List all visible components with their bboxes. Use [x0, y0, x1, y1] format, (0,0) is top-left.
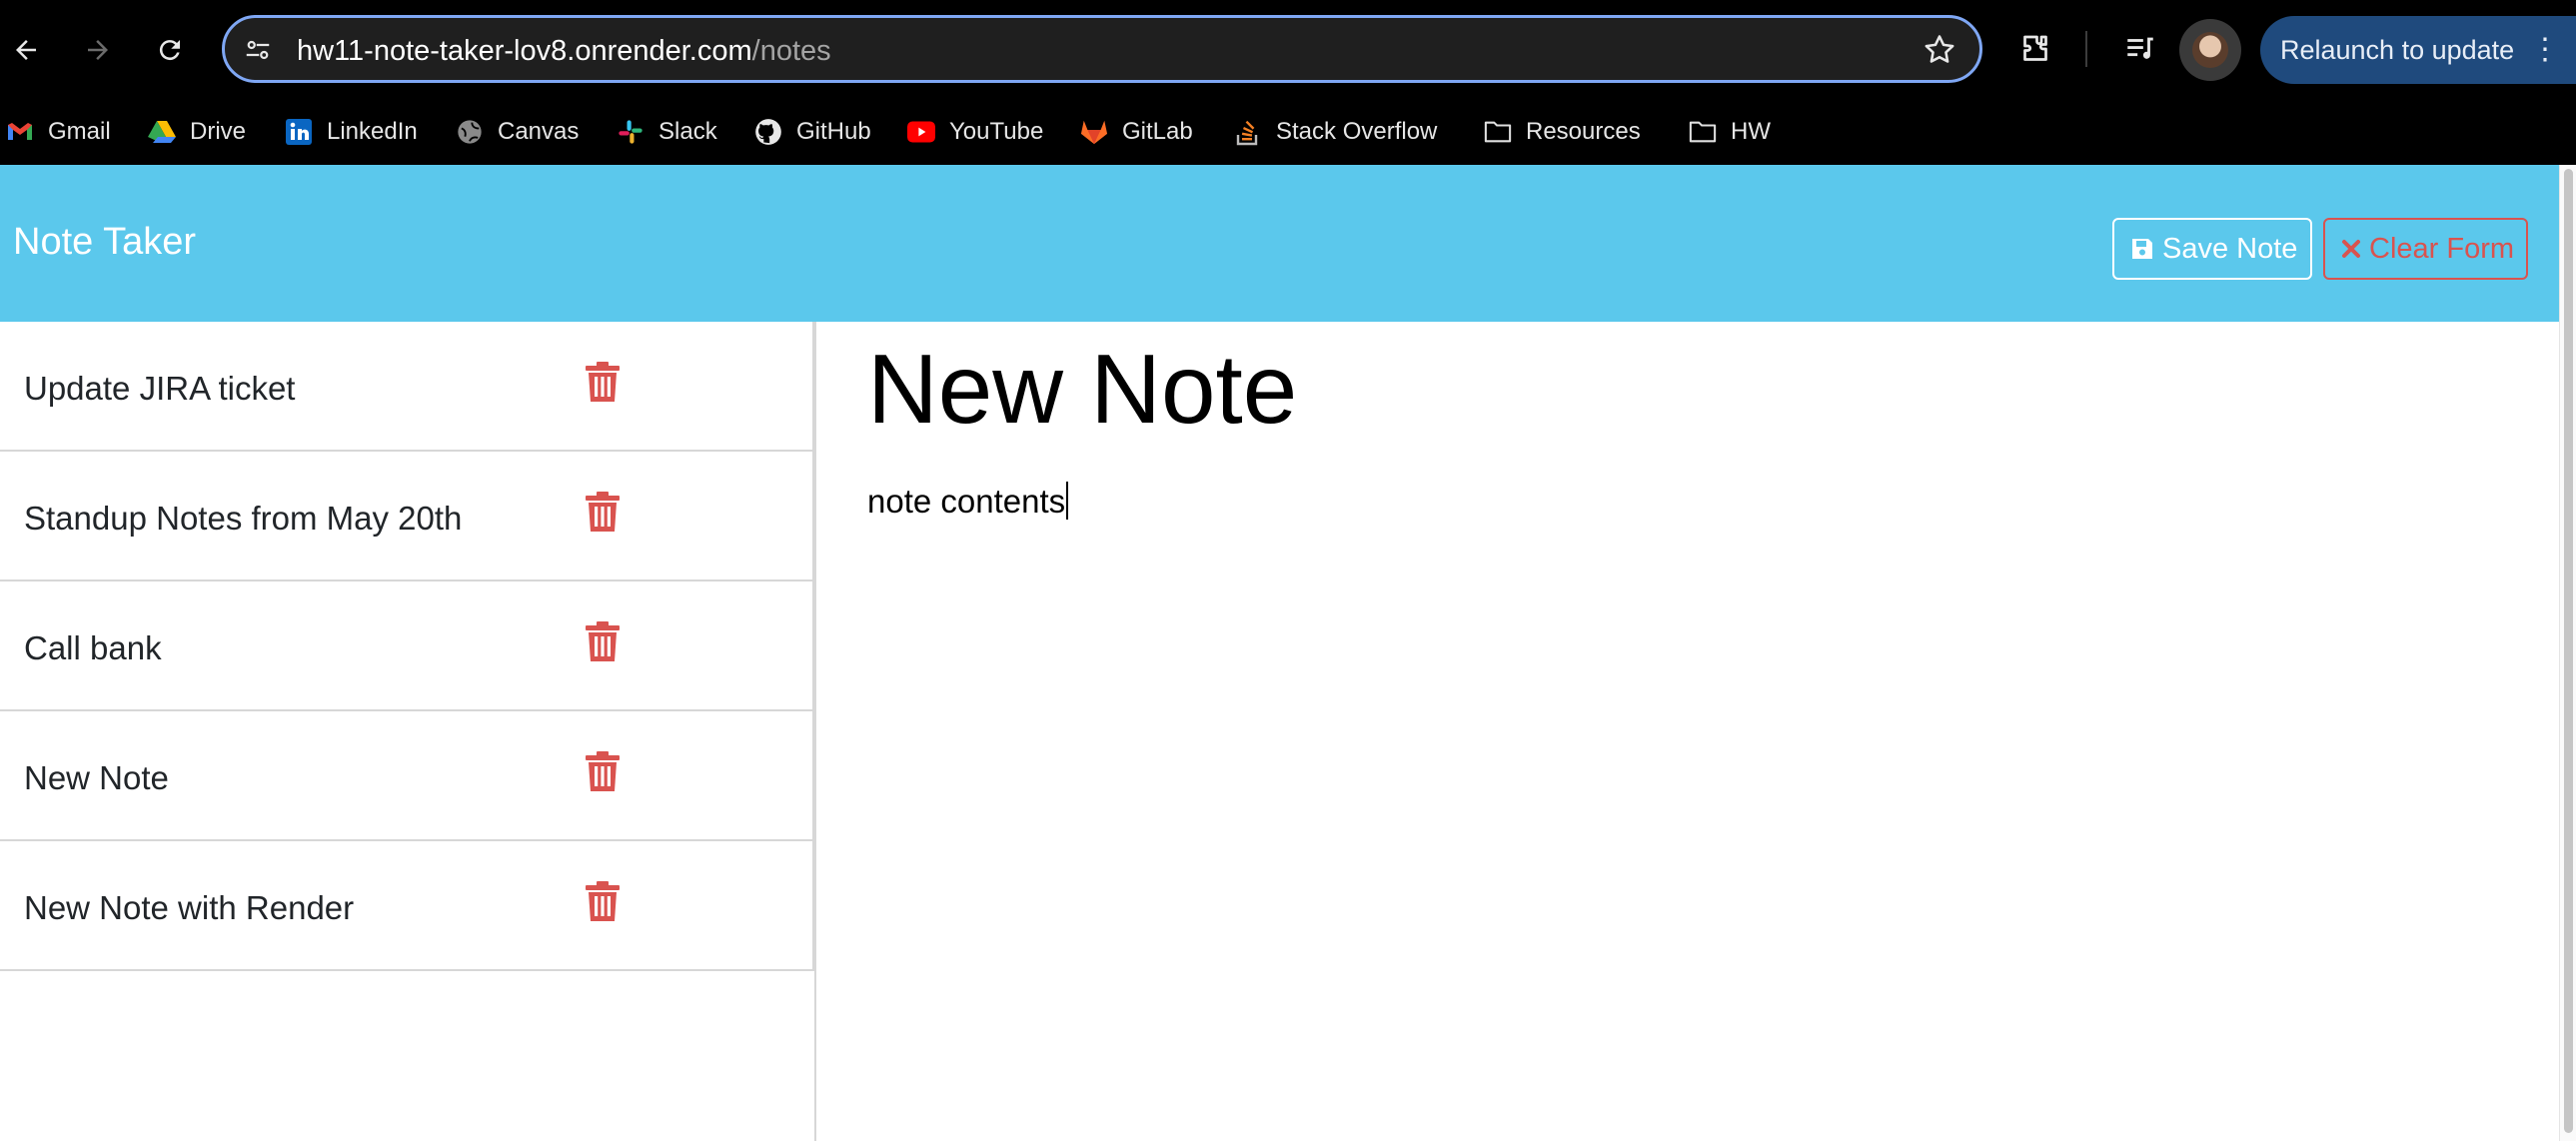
- site-info-icon[interactable]: [243, 35, 273, 65]
- bookmark-label: GitLab: [1122, 118, 1193, 145]
- clear-form-label: Clear Form: [2369, 232, 2515, 265]
- back-button[interactable]: [6, 30, 46, 70]
- folder-icon: [1689, 118, 1717, 146]
- note-list-item-title[interactable]: Update JIRA ticket: [24, 370, 295, 408]
- drive-icon: [148, 118, 176, 146]
- extensions-icon[interactable]: [2013, 27, 2057, 71]
- slack-icon: [617, 118, 644, 146]
- media-control-icon[interactable]: [2118, 27, 2162, 71]
- note-list: Update JIRA ticket Standup Notes from Ma…: [0, 322, 814, 971]
- more-menu-icon[interactable]: ⋮: [2530, 16, 2560, 84]
- scrollbar-thumb[interactable]: [2564, 169, 2573, 1133]
- note-list-item[interactable]: New Note: [0, 711, 814, 841]
- bookmark-label: Gmail: [48, 118, 111, 145]
- reload-button[interactable]: [150, 30, 190, 70]
- bookmark-label: YouTube: [949, 118, 1044, 145]
- note-list-item-title[interactable]: New Note: [24, 759, 169, 797]
- note-list-item[interactable]: Standup Notes from May 20th: [0, 452, 814, 581]
- note-list-item-title[interactable]: Call bank: [24, 629, 162, 667]
- note-list-item[interactable]: Call bank: [0, 581, 814, 711]
- arrow-right-icon: [88, 40, 108, 60]
- clear-form-button[interactable]: Clear Form: [2323, 218, 2528, 280]
- save-note-label: Save Note: [2162, 232, 2298, 265]
- note-textarea[interactable]: note contents: [867, 482, 1069, 521]
- avatar-image: [2192, 32, 2228, 68]
- bookmark-slack[interactable]: Slack: [617, 110, 717, 154]
- arrow-left-icon: [16, 40, 36, 60]
- bookmark-label: Stack Overflow: [1276, 118, 1438, 145]
- bookmark-gitlab[interactable]: GitLab: [1080, 110, 1193, 154]
- gmail-icon: [6, 118, 34, 146]
- trash-icon[interactable]: [585, 881, 621, 923]
- bookmark-youtube[interactable]: YouTube: [907, 110, 1043, 154]
- text-caret: [1066, 482, 1069, 520]
- page-viewport: Note Taker Save Note Clear Form Update J…: [0, 165, 2576, 1141]
- column-divider: [814, 322, 816, 1141]
- save-icon: [2130, 237, 2154, 261]
- bookmark-hw[interactable]: HW: [1689, 110, 1771, 154]
- note-list-item-title[interactable]: New Note with Render: [24, 889, 354, 927]
- save-note-button[interactable]: Save Note: [2112, 218, 2312, 280]
- gitlab-icon: [1080, 118, 1108, 146]
- app-brand[interactable]: Note Taker: [13, 221, 196, 264]
- folder-icon: [1484, 118, 1512, 146]
- note-title[interactable]: New Note: [867, 340, 1297, 438]
- github-icon: [754, 118, 782, 146]
- url-host: hw11-note-taker-lov8.onrender.com: [297, 35, 752, 67]
- bookmark-label: LinkedIn: [327, 118, 418, 145]
- trash-icon[interactable]: [585, 492, 621, 534]
- note-list-item[interactable]: New Note with Render: [0, 841, 814, 971]
- bookmark-resources[interactable]: Resources: [1484, 110, 1641, 154]
- note-text: note contents: [867, 483, 1066, 520]
- trash-icon[interactable]: [585, 751, 621, 793]
- page-scrollbar[interactable]: [2559, 165, 2576, 1141]
- bookmark-label: Drive: [190, 118, 247, 145]
- stackoverflow-icon: [1234, 118, 1262, 146]
- app-navbar: Note Taker Save Note Clear Form: [0, 165, 2559, 322]
- bookmark-stackoverflow[interactable]: Stack Overflow: [1234, 110, 1437, 154]
- bookmark-label: Resources: [1526, 118, 1641, 145]
- relaunch-label: Relaunch to update: [2280, 35, 2515, 65]
- forward-button[interactable]: [78, 30, 118, 70]
- bookmark-github[interactable]: GitHub: [754, 110, 871, 154]
- trash-icon[interactable]: [585, 362, 621, 404]
- bookmark-label: Canvas: [498, 118, 580, 145]
- address-bar[interactable]: hw11-note-taker-lov8.onrender.com/notes: [222, 15, 1982, 83]
- relaunch-button[interactable]: Relaunch to update ⋮: [2260, 16, 2576, 84]
- toolbar-separator: [2085, 31, 2087, 67]
- bookmarks-bar: Gmail Drive LinkedIn Canvas Slack GitHub…: [0, 100, 2576, 165]
- url-text: hw11-note-taker-lov8.onrender.com/notes: [297, 35, 831, 68]
- bookmark-label: Slack: [658, 118, 717, 145]
- url-path: /notes: [751, 35, 831, 67]
- bookmark-canvas[interactable]: Canvas: [456, 110, 579, 154]
- browser-toolbar: hw11-note-taker-lov8.onrender.com/notes …: [0, 0, 2576, 100]
- bookmark-drive[interactable]: Drive: [148, 110, 246, 154]
- reload-icon: [159, 40, 180, 61]
- linkedin-icon: [285, 118, 313, 146]
- bookmark-label: GitHub: [796, 118, 871, 145]
- note-title-input[interactable]: New Note: [867, 340, 1297, 438]
- bookmark-star-icon[interactable]: [1922, 32, 1957, 68]
- bookmark-gmail[interactable]: Gmail: [6, 110, 111, 154]
- profile-avatar[interactable]: [2179, 19, 2241, 81]
- close-icon: [2341, 239, 2361, 259]
- note-list-item[interactable]: Update JIRA ticket: [0, 322, 814, 452]
- note-list-item-title[interactable]: Standup Notes from May 20th: [24, 500, 462, 538]
- bookmark-linkedin[interactable]: LinkedIn: [285, 110, 418, 154]
- youtube-icon: [907, 118, 935, 146]
- canvas-icon: [456, 118, 484, 146]
- bookmark-label: HW: [1731, 118, 1771, 145]
- trash-icon[interactable]: [585, 621, 621, 663]
